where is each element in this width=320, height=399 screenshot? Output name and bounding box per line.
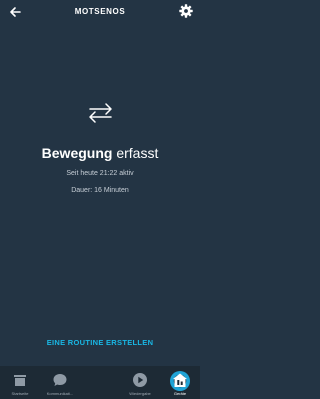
home-icon: [14, 375, 26, 386]
nav-label-communication: Kommunikati...: [46, 391, 74, 396]
nav-item-communication[interactable]: Kommunikati...: [40, 366, 80, 399]
nav-item-devices[interactable]: Geräte: [160, 366, 200, 399]
app-header: MOTSENOS: [0, 0, 200, 26]
duration-text: Dauer: 16 Minuten: [71, 187, 129, 194]
bottom-nav: Startseite Kommunikati... Wiedergabe Ger…: [0, 366, 200, 399]
nav-item-play[interactable]: Wiedergabe: [120, 366, 160, 399]
nav-label-devices: Geräte: [173, 391, 187, 396]
chat-bubble-icon: [53, 374, 67, 386]
gear-icon: [179, 4, 193, 18]
settings-button[interactable]: [178, 3, 194, 19]
motion-arrows-icon: [89, 103, 112, 123]
status-main-bold: Bewegung: [41, 145, 113, 161]
play-icon: [133, 373, 147, 387]
active-since-text: Seit heute 21:22 aktiv: [66, 170, 134, 177]
nav-label-play: Wiedergabe: [129, 391, 151, 396]
motion-status: Bewegung erfasst: [0, 145, 200, 161]
create-routine-button[interactable]: EINE ROUTINE ERSTELLEN: [0, 338, 200, 347]
page-title: MOTSENOS: [74, 7, 126, 16]
status-main-rest: erfasst: [112, 145, 159, 161]
nav-item-home[interactable]: Startseite: [0, 366, 40, 399]
nav-label-home: Startseite: [11, 391, 29, 396]
nav-item-alexa[interactable]: [80, 366, 190, 399]
devices-icon: [173, 373, 187, 387]
